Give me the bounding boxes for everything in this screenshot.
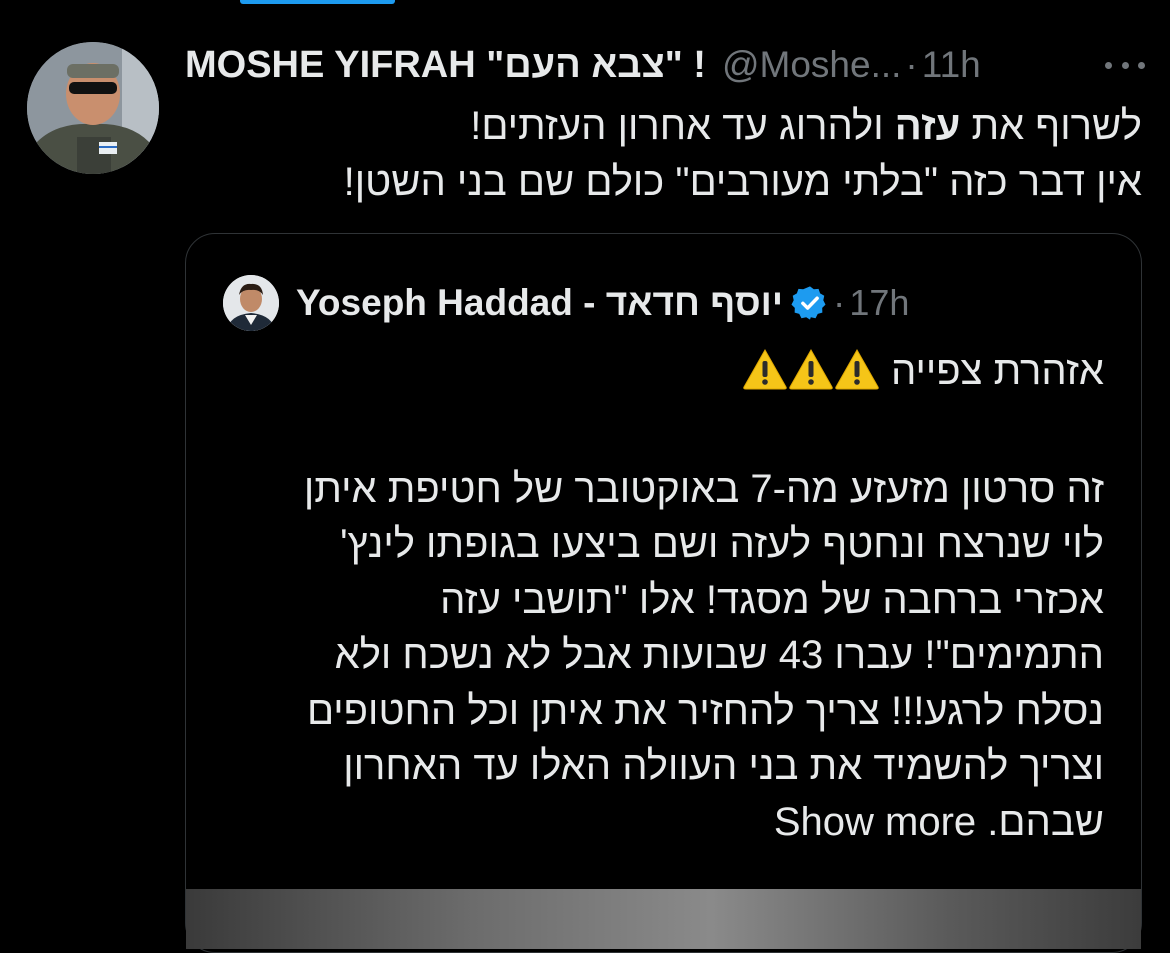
- post-text-hashtag-word: עזה: [894, 104, 961, 148]
- quoted-author-display-name[interactable]: Yoseph Haddad - יוסף חדאד: [296, 282, 783, 324]
- quoted-post-timestamp[interactable]: 17h: [849, 282, 909, 324]
- quoted-post-header: Yoseph Haddad - יוסף חדאד · 17h: [296, 278, 1116, 328]
- warning-heading: אזהרת צפייה: [890, 349, 1104, 393]
- quoted-text-line: לוי שנרצח ונחטף לעזה ושם ביצעו בגופתו לי…: [339, 522, 1104, 566]
- quoted-text-segment: שבהם.: [987, 799, 1104, 844]
- warning-icon: [789, 348, 833, 390]
- quoted-author-avatar[interactable]: [223, 275, 279, 331]
- quoted-text-line: זה סרטון מזעזע מה-7 באוקטובר של חטיפת אי…: [303, 466, 1104, 511]
- author-avatar[interactable]: [27, 42, 159, 174]
- warning-icon: [835, 348, 879, 390]
- verified-badge-icon: [791, 286, 826, 320]
- warning-icon: [743, 348, 787, 390]
- warning-line: אזהרת צפייה: [206, 344, 1104, 400]
- post-text: לשרוף את עזה ולהרוג עד אחרון העזתים! אין…: [185, 98, 1142, 210]
- author-display-name[interactable]: MOSHE YIFRAH "צבא העם" !: [185, 44, 706, 87]
- separator-dot: ·: [833, 282, 846, 323]
- post-text-line: לשרוף את עזה ולהרוג עד אחרון העזתים!: [185, 98, 1142, 154]
- post-text-segment: ולהרוג עד אחרון העזתים!: [470, 104, 895, 148]
- quoted-media-preview[interactable]: [186, 889, 1141, 949]
- quoted-text-line: וצריך להשמיד את בני העוולה האלו עד האחרו…: [343, 744, 1104, 788]
- quoted-text-last-line: שבהם. Show more: [206, 795, 1104, 851]
- author-photo: [27, 42, 159, 174]
- quoted-text-line: אכזרי ברחבה של מסגד! אלו "תושבי עזה: [440, 577, 1104, 622]
- quoted-post-text: אזהרת צפייה זה סרטון מזעזע מה-7 באוקטובר…: [206, 344, 1104, 850]
- quoted-post-card[interactable]: Yoseph Haddad - יוסף חדאד · 17h אזהרת צפ…: [185, 233, 1142, 953]
- quoted-author-photo: [223, 275, 279, 331]
- quoted-text-line: נסלח לרגע!!! צריך להחזיר את איתן וכל החט…: [306, 688, 1104, 733]
- author-handle[interactable]: @Moshe...: [722, 44, 901, 86]
- post-timestamp[interactable]: 11h: [922, 44, 981, 86]
- post-header: MOSHE YIFRAH "צבא העם" ! @Moshe... · 11h: [185, 40, 1145, 90]
- post-text-segment: לשרוף את: [960, 104, 1142, 148]
- show-more-link[interactable]: Show more: [774, 800, 976, 844]
- separator-dot: ·: [905, 44, 918, 85]
- post-text-line: אין דבר כזה "בלתי מעורבים" כולם שם בני ה…: [343, 160, 1142, 204]
- active-tab-indicator: [240, 0, 395, 4]
- more-options-icon[interactable]: [1105, 50, 1145, 80]
- quoted-text-line: התמימים"! עברו 43 שבועות אבל לא נשכח ולא: [334, 633, 1104, 677]
